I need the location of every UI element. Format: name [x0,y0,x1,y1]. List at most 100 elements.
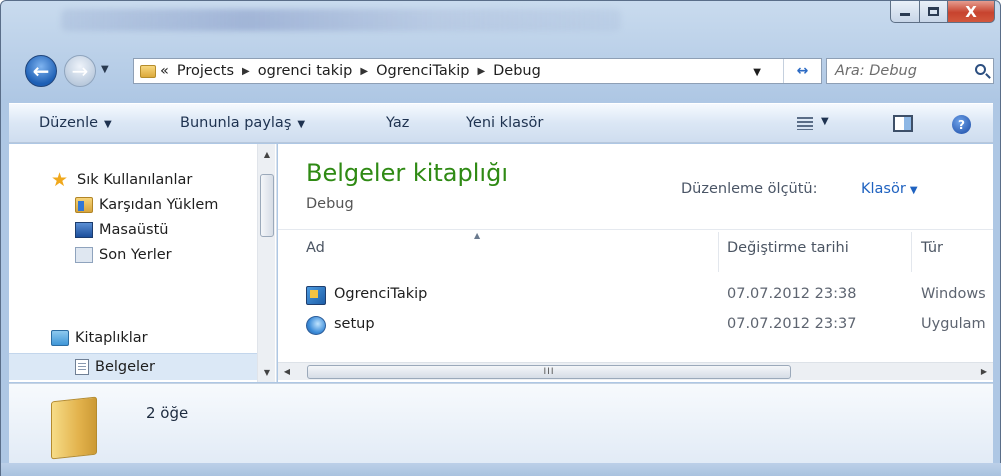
nav-label: Masaüstü [99,222,169,238]
application-icon [306,286,326,305]
recent-places-icon [75,247,93,263]
new-folder-label: Yeni klasör [466,115,544,131]
folder-icon [51,396,97,460]
nav-label: Sık Kullanılanlar [77,172,193,188]
chevron-down-icon: ▼ [297,119,306,130]
minimize-icon [900,13,910,16]
nav-label: Belgeler [95,359,155,375]
help-icon[interactable]: ? [952,115,971,134]
blurred-title-area [61,9,621,31]
address-bar[interactable]: « Projects ▶ ogrenci takip ▶ OgrenciTaki… [133,58,822,84]
file-date: 07.07.2012 23:37 [727,316,857,332]
forward-arrow-icon: → [71,59,89,83]
recent-pages-dropdown[interactable]: ▼ [101,64,109,75]
nav-item-recent[interactable]: Son Yerler [75,243,172,267]
nav-item-favorites[interactable]: ★ Sık Kullanılanlar [51,168,192,192]
organize-label: Düzenle [39,115,99,131]
desktop-icon [75,222,93,238]
arrange-by-dropdown[interactable]: Klasör ▼ [861,181,918,197]
horizontal-scrollbar[interactable]: ◀ III ▶ [278,362,993,380]
breadcrumb-overflow[interactable]: « [160,63,169,79]
navigation-pane: ★ Sık Kullanılanlar Karşıdan Yüklem Masa… [9,144,277,382]
caption-buttons: X [890,1,995,27]
libraries-icon [51,330,69,346]
file-list-pane: Belgeler kitaplığı Debug Düzenleme ölçüt… [278,144,993,382]
column-divider[interactable] [911,232,912,272]
refresh-icon: ↔ [796,63,809,79]
maximize-button[interactable] [920,1,948,23]
chevron-right-icon[interactable]: ▶ [360,66,368,77]
forward-button[interactable]: → [64,55,96,87]
scroll-right-icon[interactable]: ▶ [975,363,993,380]
chevron-right-icon[interactable]: ▶ [242,66,250,77]
sort-ascending-icon: ▲ [474,231,481,240]
share-button[interactable]: Bununla paylaş ▼ [180,115,305,131]
file-date: 07.07.2012 23:38 [727,286,857,302]
view-options-icon[interactable] [797,117,813,130]
minimize-button[interactable] [890,1,920,23]
window-bottom-border [1,463,1001,476]
organize-button[interactable]: Düzenle ▼ [39,115,112,131]
arrange-by-label: Düzenleme ölçütü: [681,181,818,197]
document-icon [75,359,89,375]
chevron-down-icon: ▼ [104,119,112,130]
close-button[interactable]: X [948,1,995,23]
close-icon: X [965,2,977,21]
nav-item-libraries[interactable]: Kitaplıklar [51,326,148,350]
scroll-up-icon[interactable]: ▲ [258,146,276,163]
search-icon[interactable] [975,64,986,75]
preview-pane-icon[interactable] [893,115,913,132]
file-type: Uygulam [921,316,986,332]
nav-label: Son Yerler [99,247,172,263]
downloads-folder-icon [75,197,93,213]
back-button[interactable]: ← [25,55,57,87]
scroll-thumb[interactable] [260,174,274,237]
scroll-left-icon[interactable]: ◀ [278,363,296,380]
share-label: Bununla paylaş [180,115,292,131]
burn-label: Yaz [386,115,410,131]
breadcrumb-ogrencitakip[interactable]: OgrenciTakip [376,63,469,79]
nav-scrollbar[interactable]: ▲ ▼ [257,144,275,382]
maximize-icon [928,7,939,16]
chevron-right-icon[interactable]: ▶ [477,66,485,77]
address-row: ← → ▼ « Projects ▶ ogrenci takip ▶ Ogren… [1,51,1001,93]
command-bar: Düzenle ▼ Bununla paylaş ▼ Yaz Yeni klasör… [9,103,993,143]
search-input[interactable]: Ara: Debug [835,63,917,79]
file-type: Windows [921,286,986,302]
scroll-thumb[interactable]: III [307,365,791,379]
column-header-name[interactable]: Ad [306,240,325,256]
nav-label: Karşıdan Yüklem [99,197,219,213]
breadcrumb-projects[interactable]: Projects [177,63,234,79]
folder-icon [140,64,156,78]
details-pane: 2 öğe [9,383,993,463]
scroll-down-icon[interactable]: ▼ [258,364,276,381]
library-title: Belgeler kitaplığı [306,159,508,187]
nav-item-desktop[interactable]: Masaüstü [75,218,168,242]
nav-label: Kitaplıklar [75,330,148,346]
search-box[interactable]: Ara: Debug [826,58,994,84]
nav-item-downloads[interactable]: Karşıdan Yüklem [75,193,218,217]
address-dropdown[interactable]: ▼ [753,67,761,78]
file-row[interactable]: OgrenciTakip 07.07.2012 23:38 Windows [278,284,993,308]
chevron-down-icon: ▼ [909,185,918,196]
column-divider[interactable] [718,232,719,272]
back-arrow-icon: ← [32,59,50,83]
burn-button[interactable]: Yaz [386,115,409,131]
file-name: OgrenciTakip [334,286,428,302]
setup-icon [306,316,326,335]
refresh-button[interactable]: ↔ [783,59,821,83]
explorer-window: X ← → ▼ « Projects ▶ ogrenci takip ▶ Ogr… [0,0,1001,476]
library-subtitle: Debug [306,196,354,212]
file-row[interactable]: setup 07.07.2012 23:37 Uygulam [278,314,993,338]
breadcrumb-debug[interactable]: Debug [493,63,541,79]
title-bar[interactable]: X [1,1,1001,46]
file-name: setup [334,316,375,332]
column-header-date[interactable]: Değiştirme tarihi [727,240,849,256]
breadcrumb-ogrenci-takip[interactable]: ogrenci takip [258,63,353,79]
divider [278,229,993,230]
scroll-grip: III [543,367,555,377]
nav-item-documents[interactable]: Belgeler [75,355,155,379]
view-dropdown[interactable]: ▼ [821,116,829,127]
column-header-type[interactable]: Tür [921,240,943,256]
new-folder-button[interactable]: Yeni klasör [466,115,543,131]
